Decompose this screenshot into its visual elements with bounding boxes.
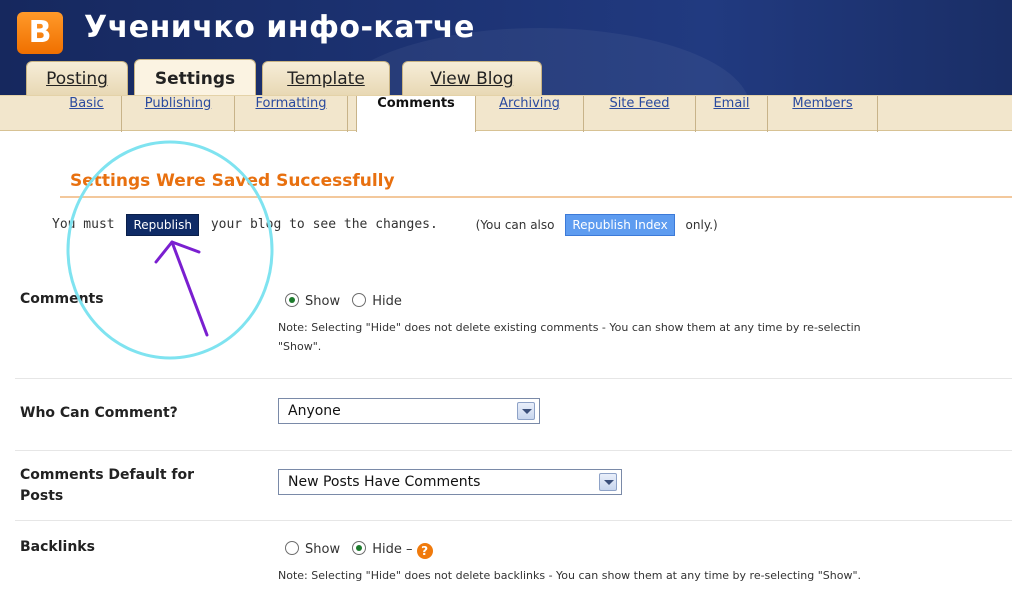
comments-default-value: New Posts Have Comments bbox=[288, 474, 481, 490]
subtab-archiving[interactable]: Archiving bbox=[476, 96, 584, 132]
backlinks-show-label[interactable]: Show bbox=[305, 542, 340, 557]
who-can-comment-value: Anyone bbox=[288, 403, 341, 419]
backlinks-hide-label[interactable]: Hide bbox=[372, 542, 402, 557]
settings-subnav: Basic Publishing Formatting Comments Arc… bbox=[0, 95, 1012, 132]
success-heading: Settings Were Saved Successfully bbox=[70, 171, 395, 191]
backlinks-label: Backlinks bbox=[20, 539, 95, 555]
backlinks-show-radio[interactable] bbox=[285, 541, 299, 555]
subtab-formatting[interactable]: Formatting bbox=[235, 96, 348, 132]
comments-note-line1: Note: Selecting "Hide" does not delete e… bbox=[278, 321, 861, 334]
backlinks-note: Note: Selecting "Hide" does not delete b… bbox=[278, 569, 862, 582]
comments-default-label-line2: Posts bbox=[20, 488, 64, 504]
success-divider bbox=[60, 196, 1012, 198]
chevron-down-icon[interactable] bbox=[517, 402, 535, 420]
comments-radio-group: Show Hide bbox=[285, 293, 410, 309]
logo-letter: B bbox=[28, 15, 52, 50]
subtab-email[interactable]: Email bbox=[696, 96, 768, 132]
row-divider bbox=[15, 450, 1012, 451]
republish-button[interactable]: Republish bbox=[126, 214, 199, 236]
tab-posting[interactable]: Posting bbox=[26, 61, 128, 95]
subtab-comments[interactable]: Comments bbox=[356, 96, 476, 132]
comments-show-label[interactable]: Show bbox=[305, 294, 340, 309]
blog-title: Ученичко инфо-катче bbox=[84, 10, 475, 45]
subtab-members[interactable]: Members bbox=[768, 96, 878, 132]
comments-hide-label[interactable]: Hide bbox=[372, 294, 402, 309]
subtab-publishing[interactable]: Publishing bbox=[122, 96, 235, 132]
also-prefix-text: (You can also bbox=[475, 218, 555, 232]
annotation-arrow-shaft bbox=[170, 240, 209, 337]
your-blog-text: your blog to see the changes. bbox=[210, 217, 438, 232]
row-divider bbox=[15, 378, 1012, 379]
tab-template[interactable]: Template bbox=[262, 61, 390, 95]
chevron-down-icon[interactable] bbox=[599, 473, 617, 491]
who-can-comment-select[interactable]: Anyone bbox=[278, 398, 540, 424]
blogger-logo-icon[interactable]: B bbox=[17, 12, 63, 54]
comments-label: Comments bbox=[20, 291, 104, 307]
backlinks-dash: – bbox=[406, 542, 413, 557]
also-suffix-text: only.) bbox=[685, 218, 718, 232]
subtab-site-feed[interactable]: Site Feed bbox=[584, 96, 696, 132]
who-can-comment-label: Who Can Comment? bbox=[20, 405, 178, 421]
comments-default-select[interactable]: New Posts Have Comments bbox=[278, 469, 622, 495]
republish-index-button[interactable]: Republish Index bbox=[565, 214, 675, 236]
backlinks-radio-group: Show Hide – ? bbox=[285, 541, 433, 559]
help-icon[interactable]: ? bbox=[416, 543, 433, 559]
backlinks-hide-radio[interactable] bbox=[352, 541, 367, 555]
comments-hide-radio[interactable] bbox=[352, 293, 367, 307]
you-must-text: You must bbox=[52, 217, 115, 232]
comments-default-label-line1: Comments Default for bbox=[20, 467, 195, 483]
row-divider bbox=[15, 520, 1012, 521]
blog-header: B Ученичко инфо-катче Posting Settings T… bbox=[0, 0, 1012, 188]
republish-message: You must Republish your blog to see the … bbox=[52, 214, 718, 238]
tab-view-blog[interactable]: View Blog bbox=[402, 61, 542, 95]
annotation-arrow-head bbox=[154, 240, 201, 264]
comments-note-line2: "Show". bbox=[278, 340, 322, 353]
subtab-basic[interactable]: Basic bbox=[52, 96, 122, 132]
comments-show-radio[interactable] bbox=[285, 293, 299, 307]
tab-settings[interactable]: Settings bbox=[134, 59, 256, 95]
